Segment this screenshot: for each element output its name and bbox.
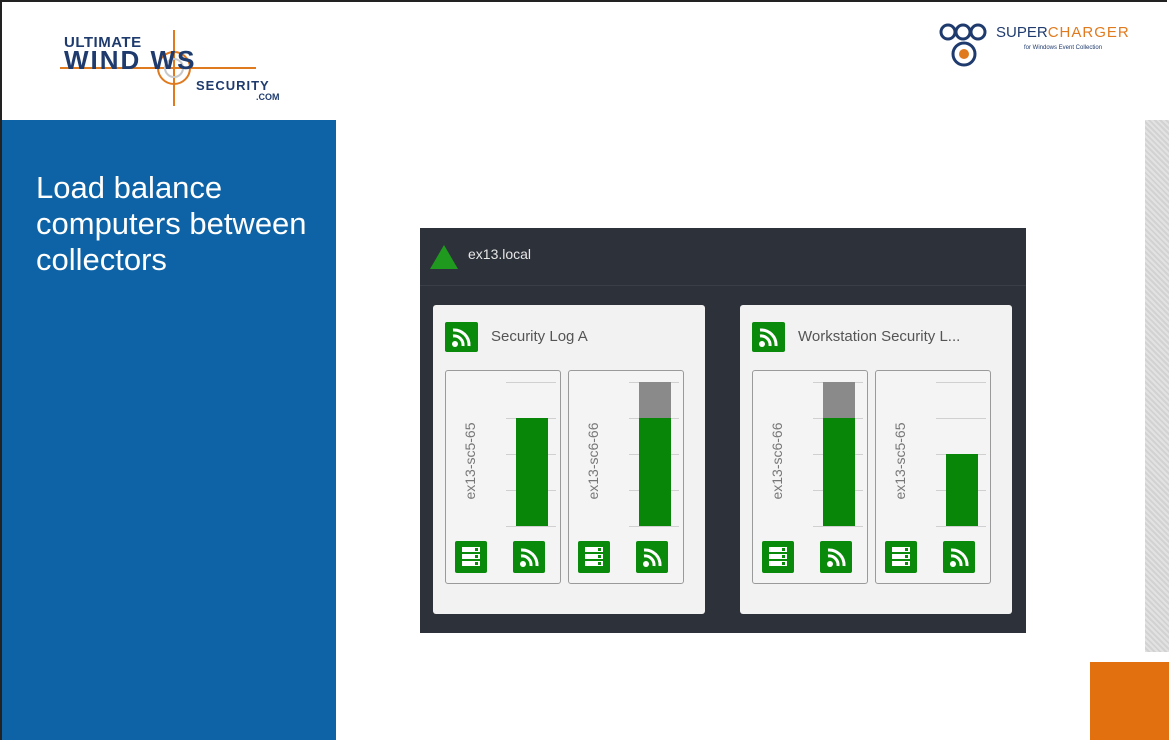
rss-feed-icon[interactable] xyxy=(513,541,545,573)
logo-text-security: SECURITY xyxy=(196,78,270,93)
collector-name: ex13-sc5-65 xyxy=(462,422,478,500)
ultimate-windows-security-logo: ULTIMATE WIND WS SECURITY .COM xyxy=(56,28,296,108)
load-bar xyxy=(823,382,855,526)
load-bar-fill xyxy=(946,454,978,526)
rss-feed-icon[interactable] xyxy=(636,541,668,573)
collector-column: ex13-sc6-66 xyxy=(752,370,868,584)
grid-line xyxy=(936,526,986,527)
collector-column: ex13-sc5-65 xyxy=(445,370,561,584)
collector-dashboard: ex13.local Security Log A ex13-sc5-65 ex13… xyxy=(420,228,1026,633)
server-icon[interactable] xyxy=(455,541,487,573)
domain-name[interactable]: ex13.local xyxy=(468,246,531,262)
load-bar-fill xyxy=(639,418,671,526)
load-bar xyxy=(516,382,548,526)
supercharger-title: SUPERCHARGER xyxy=(996,24,1130,41)
subscription-title[interactable]: Workstation Security L... xyxy=(798,328,960,345)
status-up-icon xyxy=(430,245,458,269)
logo-text-windows: WIND WS xyxy=(64,45,197,75)
collector-name: ex13-sc6-66 xyxy=(585,422,601,500)
decorative-orange-block xyxy=(1090,662,1169,740)
rss-feed-icon[interactable] xyxy=(943,541,975,573)
collector-column: ex13-sc5-65 xyxy=(875,370,991,584)
logo-text-com: .COM xyxy=(256,92,280,102)
gears-icon xyxy=(939,23,987,67)
subscription-title[interactable]: Security Log A xyxy=(491,328,588,345)
load-bar-fill xyxy=(516,418,548,526)
grid-line xyxy=(506,526,556,527)
collector-name: ex13-sc5-65 xyxy=(892,422,908,500)
supercharger-subtitle: for Windows Event Collection xyxy=(1024,45,1103,51)
server-icon[interactable] xyxy=(885,541,917,573)
server-icon[interactable] xyxy=(578,541,610,573)
subscription-card[interactable]: Workstation Security L... ex13-sc6-66 ex13… xyxy=(740,305,1012,614)
load-bar xyxy=(946,382,978,526)
load-bar-overflow xyxy=(639,382,671,418)
decorative-stripe xyxy=(1145,120,1169,652)
load-bar xyxy=(639,382,671,526)
load-bar-overflow xyxy=(823,382,855,418)
collector-name: ex13-sc6-66 xyxy=(769,422,785,500)
rss-feed-icon xyxy=(752,322,785,352)
supercharger-logo: SUPERCHARGER for Windows Event Collectio… xyxy=(938,20,1169,75)
domain-header: ex13.local xyxy=(420,228,1026,286)
collector-column: ex13-sc6-66 xyxy=(568,370,684,584)
load-bar-fill xyxy=(823,418,855,526)
rss-feed-icon xyxy=(445,322,478,352)
server-icon[interactable] xyxy=(762,541,794,573)
grid-line xyxy=(629,526,679,527)
grid-line xyxy=(813,526,863,527)
rss-feed-icon[interactable] xyxy=(820,541,852,573)
slide-title: Load balance computers between collector… xyxy=(36,170,307,277)
subscription-card[interactable]: Security Log A ex13-sc5-65 ex13-sc6-66 xyxy=(433,305,705,614)
